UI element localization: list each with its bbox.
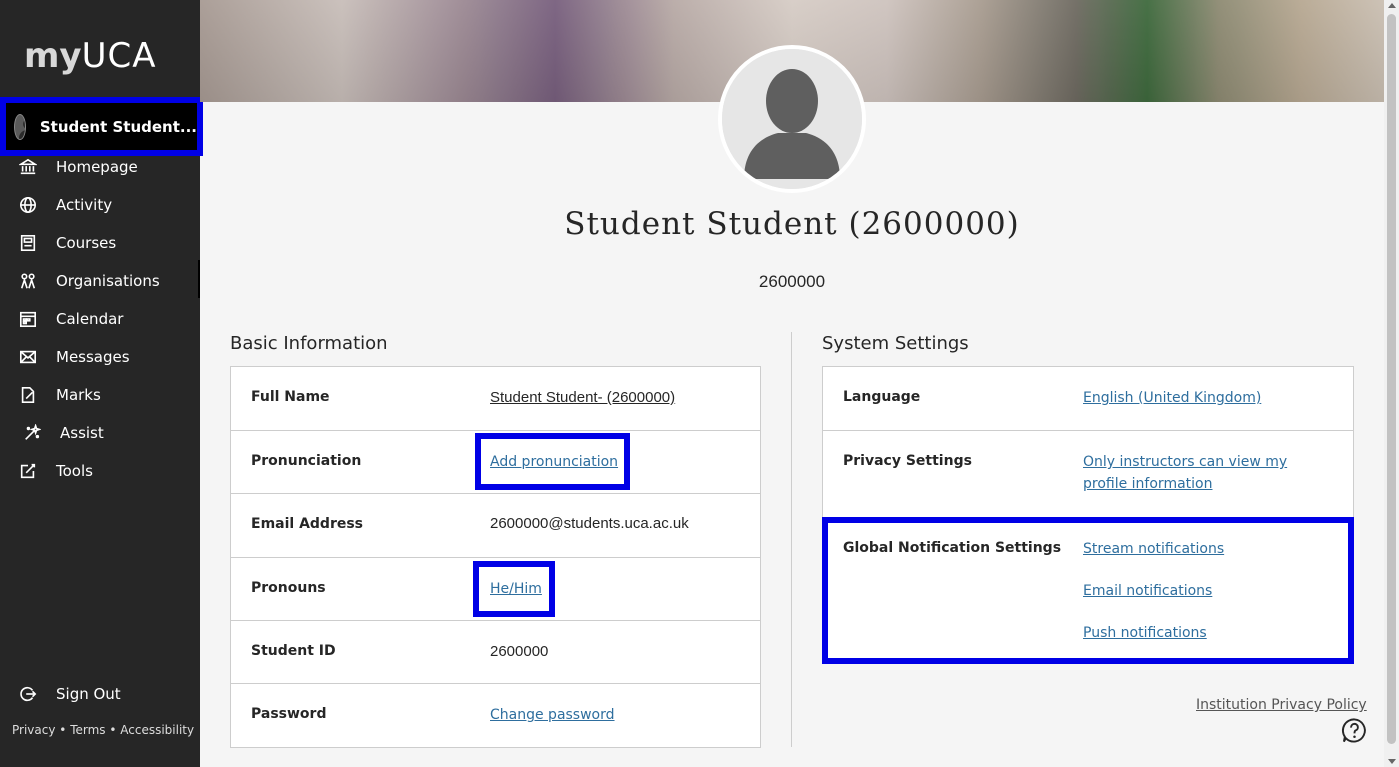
organisations-icon — [18, 271, 38, 291]
sidebar-user-name: Student Student... — [39, 117, 197, 136]
sidebar-footer-links: Privacy • Terms • Accessibility — [12, 723, 194, 737]
separator: • — [109, 723, 117, 737]
terms-link[interactable]: Terms — [70, 723, 105, 737]
privacy-settings-link-line2[interactable]: profile information — [1083, 473, 1212, 495]
change-password-link[interactable]: Change password — [490, 704, 615, 726]
privacy-link[interactable]: Privacy — [12, 723, 55, 737]
sidebar-item-label: Courses — [56, 234, 117, 252]
row-label: Privacy Settings — [843, 453, 972, 469]
marks-icon — [18, 385, 38, 405]
highlight-box — [473, 561, 555, 617]
basic-information-title: Basic Information — [230, 333, 388, 354]
row-student-id: Student ID 2600000 — [231, 621, 760, 684]
sidebar-item-calendar[interactable]: Calendar — [0, 300, 200, 338]
row-label: Pronunciation — [251, 453, 362, 469]
sidebar-item-label: Calendar — [56, 310, 124, 328]
highlight-box — [475, 433, 630, 490]
highlight-box — [822, 517, 1354, 664]
logo-prefix: my — [24, 36, 82, 76]
scroll-thumb[interactable] — [1387, 14, 1396, 744]
full-name-value: Student Student- (2600000) — [490, 389, 676, 406]
row-full-name: Full Name Student Student- (2600000) — [231, 367, 760, 431]
profile-name: Student Student (2600000) — [564, 206, 1020, 242]
profile-avatar[interactable] — [718, 45, 866, 193]
sidebar-item-label: Messages — [56, 348, 130, 366]
row-label: Full Name — [251, 389, 330, 405]
language-link[interactable]: English (United Kingdom) — [1083, 387, 1261, 409]
sidebar-item-label: Assist — [60, 424, 104, 442]
sidebar-item-messages[interactable]: Messages — [0, 338, 200, 376]
sidebar-item-label: Organisations — [56, 272, 160, 290]
profile-id: 2600000 — [758, 272, 826, 291]
column-divider — [791, 332, 792, 747]
book-icon — [18, 233, 38, 253]
sidebar-item-homepage[interactable]: Homepage — [0, 148, 200, 186]
student-id-value: 2600000 — [490, 643, 549, 660]
help-icon — [1342, 718, 1366, 743]
assist-icon — [22, 423, 42, 443]
system-settings-title: System Settings — [822, 333, 969, 354]
sidebar-item-activity[interactable]: Activity — [0, 186, 200, 224]
avatar — [14, 113, 26, 140]
institution-icon — [18, 157, 38, 177]
row-password: Password Change password — [231, 684, 760, 748]
sidebar: myUCA Student Student... Homepage Activi… — [0, 0, 203, 767]
calendar-icon — [18, 309, 38, 329]
globe-icon — [18, 195, 38, 215]
sidebar-item-assist[interactable]: Assist — [0, 414, 200, 452]
sign-out-icon — [18, 684, 38, 704]
row-label: Email Address — [251, 516, 364, 532]
help-button[interactable] — [1341, 717, 1368, 744]
accessibility-link[interactable]: Accessibility — [120, 723, 194, 737]
row-email: Email Address 2600000@students.uca.ac.uk — [231, 494, 760, 558]
sidebar-item-label: Homepage — [56, 158, 138, 176]
sidebar-item-organisations[interactable]: Organisations — [0, 262, 200, 300]
institution-privacy-policy-link[interactable]: Institution Privacy Policy — [1196, 697, 1367, 713]
row-label: Language — [843, 389, 921, 405]
logo-suffix: UCA — [81, 36, 157, 76]
scroll-up-arrow[interactable] — [1388, 3, 1396, 8]
myuca-logo[interactable]: myUCA — [24, 36, 156, 76]
row-label: Student ID — [251, 643, 336, 659]
sign-out-label: Sign Out — [56, 685, 121, 703]
sidebar-item-courses[interactable]: Courses — [0, 224, 200, 262]
sidebar-item-marks[interactable]: Marks — [0, 376, 200, 414]
privacy-settings-link[interactable]: Only instructors can view my — [1083, 451, 1287, 473]
row-label: Pronouns — [251, 580, 326, 596]
sidebar-item-label: Marks — [56, 386, 101, 404]
sidebar-item-label: Activity — [56, 196, 113, 214]
row-language: Language English (United Kingdom) — [823, 367, 1353, 431]
user-silhouette-icon — [722, 49, 862, 189]
basic-information-table: Full Name Student Student- (2600000) Pro… — [230, 366, 761, 748]
email-value: 2600000@students.uca.ac.uk — [490, 515, 689, 532]
sidebar-item-tools[interactable]: Tools — [0, 452, 200, 490]
sidebar-nav: Homepage Activity Courses Organisations … — [0, 148, 200, 490]
sign-out-button[interactable]: Sign Out — [18, 684, 121, 704]
separator: • — [59, 723, 67, 737]
row-label: Password — [251, 706, 327, 722]
tools-icon — [18, 461, 38, 481]
scroll-down-arrow[interactable] — [1388, 759, 1396, 764]
row-privacy-settings: Privacy Settings Only instructors can vi… — [823, 431, 1353, 518]
vertical-scrollbar[interactable] — [1384, 0, 1399, 767]
sidebar-item-label: Tools — [56, 462, 93, 480]
envelope-icon — [18, 347, 38, 367]
